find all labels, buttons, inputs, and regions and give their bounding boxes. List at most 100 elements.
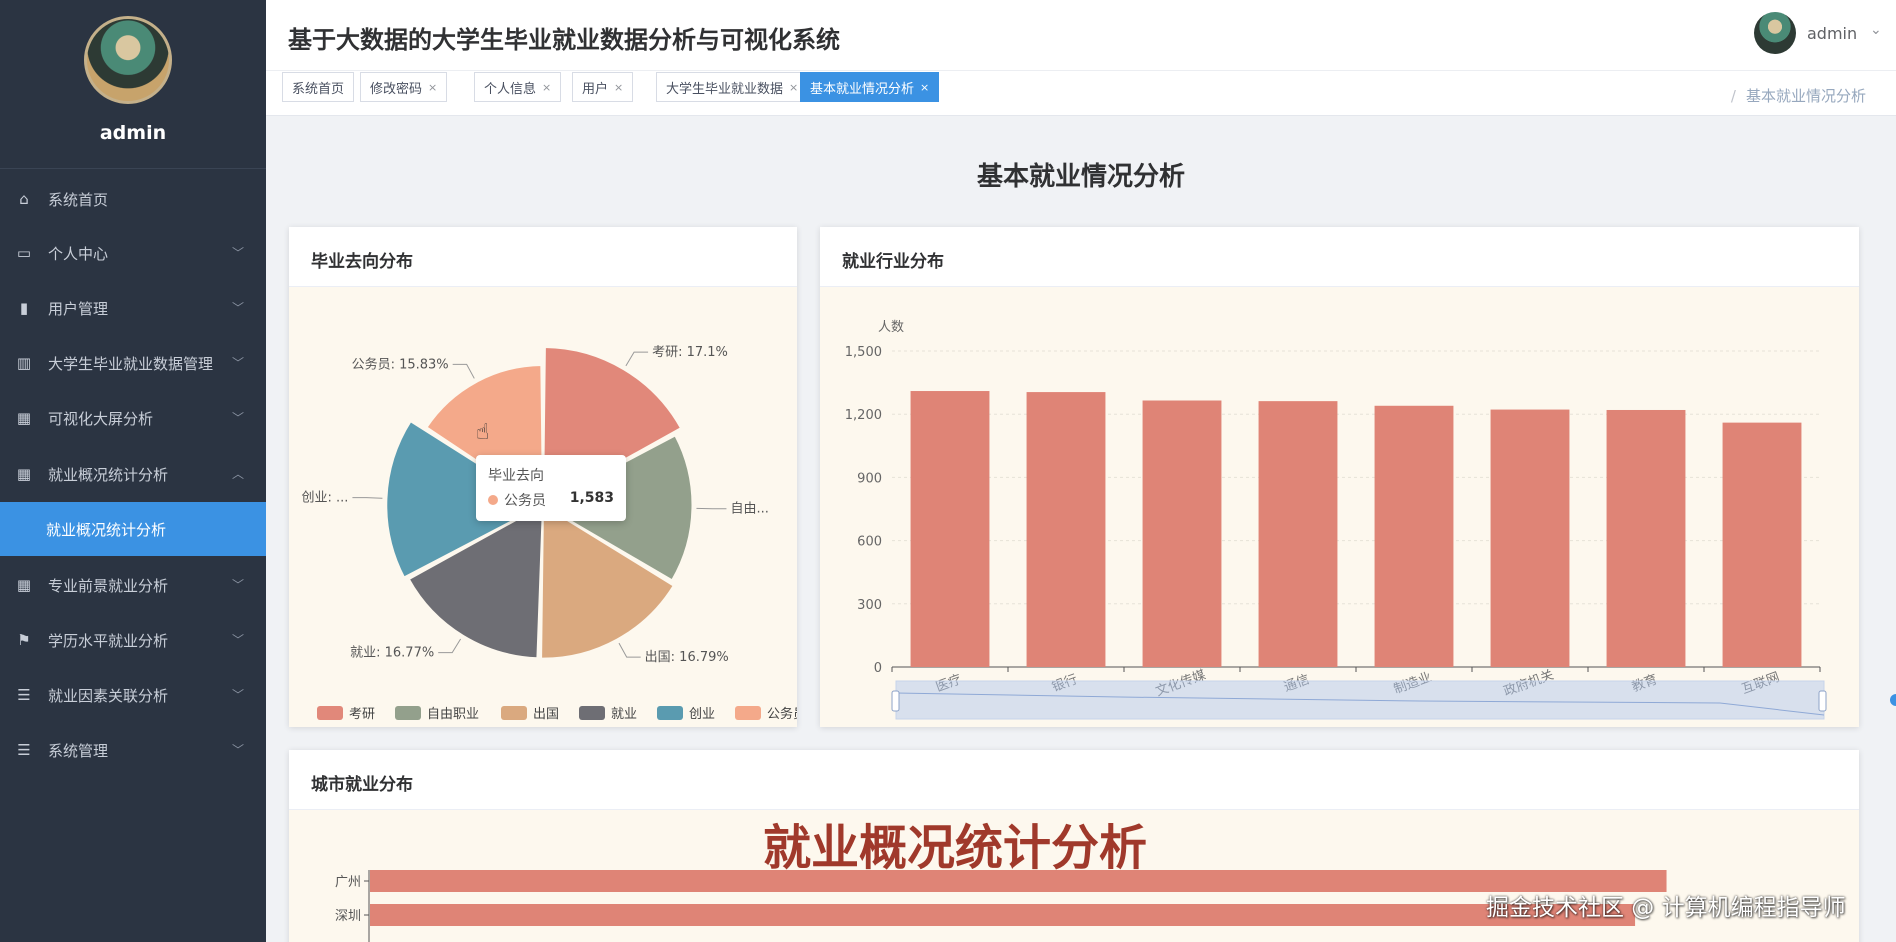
hand-cursor-icon: ☝ <box>476 420 490 445</box>
chevron-down-icon: ﹀ <box>231 633 244 647</box>
watermark: 掘金技术社区 @ 计算机编程指导师 <box>1486 895 1846 921</box>
tooltip-value: 1,583 <box>569 490 614 506</box>
legend-label: 创业 <box>689 707 715 722</box>
tooltip-marker <box>488 495 498 505</box>
card-icon: ▭ <box>16 244 32 262</box>
tab-label: 基本就业情况分析 <box>810 81 915 97</box>
tab[interactable]: 系统首页 <box>282 72 355 102</box>
breadcrumb-current[interactable]: 基本就业情况分析 <box>1746 87 1866 105</box>
legend-label: 就业 <box>611 707 637 722</box>
bar <box>370 904 1636 926</box>
tab-label: 修改密码 <box>370 81 423 97</box>
datazoom-handle <box>1818 690 1827 712</box>
y-tick-label: 1,500 <box>845 345 882 360</box>
bar <box>1490 409 1570 667</box>
pie-leader-line <box>452 363 475 379</box>
chevron-down-icon: ﹀ <box>231 301 244 315</box>
close-icon[interactable]: × <box>920 81 929 94</box>
app-title: 基于大数据的大学生毕业就业数据分析与可视化系统 <box>288 26 840 54</box>
pie-label: 自由... <box>730 502 768 517</box>
close-icon[interactable]: × <box>789 81 798 94</box>
sidebar-username: admin <box>99 122 167 144</box>
y-tick-label: 0 <box>874 661 882 676</box>
chevron-down-icon: ﹀ <box>231 688 244 702</box>
overlay-title: 就业概况统计分析 <box>763 820 1148 876</box>
y-tick-label: 1,200 <box>845 408 882 423</box>
grid-icon: ▦ <box>16 409 32 427</box>
bar <box>1374 405 1454 667</box>
chevron-down-icon[interactable]: ⌄ <box>1870 22 1882 38</box>
pie-label: 公务员: 15.83% <box>352 356 449 372</box>
pie-leader-line <box>438 638 462 654</box>
header: 基于大数据的大学生毕业就业数据分析与可视化系统 admin ⌄ <box>266 0 1896 70</box>
user-name[interactable]: admin <box>1807 24 1857 43</box>
industry-bar-chart[interactable]: 人数03006009001,2001,500医疗银行文化传媒通信制造业政府机关教… <box>820 227 1859 727</box>
pie-label: 创业: ... <box>302 491 349 506</box>
tab[interactable]: 基本就业情况分析 × <box>800 72 940 102</box>
chevron-down-icon: ﹀ <box>231 246 244 260</box>
tab[interactable]: 个人信息 × <box>474 72 562 102</box>
sidebar-item[interactable]: ▦ 可视化大屏分析 ﹀ <box>0 391 266 445</box>
pie-leader-line <box>618 642 641 658</box>
legend-swatch <box>501 706 527 720</box>
bar <box>1722 422 1802 667</box>
sidebar-subitem-active[interactable]: 就业概况统计分析 <box>0 502 266 556</box>
sidebar-item[interactable]: ▭ 个人中心 ﹀ <box>0 226 266 280</box>
chevron-down-icon: ﹀ <box>231 356 244 370</box>
pie-leader-line <box>625 351 649 367</box>
bar <box>1258 401 1338 667</box>
breadcrumb-separator: / <box>1730 87 1736 105</box>
sidebar-item[interactable]: ☰ 系统管理 ﹀ <box>0 723 266 777</box>
y-tick-label: 900 <box>857 471 882 486</box>
grid-icon: ▦ <box>16 576 32 594</box>
sidebar: admin ⌂ 系统首页 ▭ 个人中心 ﹀ ▮ 用户管理 ﹀ ▥ 大学生毕业就业数据管理 ﹀ ▦ 可视化… <box>0 0 266 942</box>
bar <box>910 391 990 667</box>
legend-label: 自由职业 <box>427 707 479 722</box>
tooltip-label: 公务员 <box>504 493 546 509</box>
tab-label: 大学生毕业就业数据 <box>666 81 784 97</box>
sidebar-item-label: 用户管理 <box>48 299 109 318</box>
tab[interactable]: 用户 × <box>572 72 634 102</box>
close-icon[interactable]: × <box>542 81 551 94</box>
sliders-icon: ☰ <box>17 686 31 704</box>
bar <box>1142 400 1222 667</box>
home-icon: ⌂ <box>19 190 29 208</box>
floating-dot[interactable] <box>1890 694 1896 706</box>
legend-swatch <box>395 706 421 720</box>
bar <box>1026 392 1106 667</box>
tab-label: 用户 <box>582 81 609 97</box>
pie-label: 出国: 16.79% <box>645 650 729 665</box>
close-icon[interactable]: × <box>428 81 437 94</box>
y-tick-label: 广州 <box>335 875 361 890</box>
sidebar-item[interactable]: ⌂ 系统首页 <box>0 172 266 226</box>
sidebar-item[interactable]: ▥ 大学生毕业就业数据管理 ﹀ <box>0 336 266 390</box>
sidebar-item[interactable]: ☰ 就业因素关联分析 ﹀ <box>0 668 266 722</box>
sidebar-item-label: 个人中心 <box>48 244 109 263</box>
sidebar-item-label: 系统首页 <box>48 190 109 209</box>
sidebar-item-label: 大学生毕业就业数据管理 <box>48 354 214 373</box>
user-avatar[interactable] <box>1754 12 1796 54</box>
y-axis-label: 人数 <box>878 320 904 335</box>
tooltip-title: 毕业去向 <box>488 468 544 484</box>
sidebar-item[interactable]: ⚑ 学历水平就业分析 ﹀ <box>0 613 266 667</box>
pie-label: 考研: 17.1% <box>652 345 728 360</box>
list-icon: ☰ <box>17 741 31 759</box>
close-icon[interactable]: × <box>614 81 623 94</box>
breadcrumb: / 基本就业情况分析 <box>1731 85 1866 106</box>
y-tick-label: 深圳 <box>335 909 361 924</box>
tab[interactable]: 大学生毕业就业数据 × <box>656 72 809 102</box>
tab[interactable]: 修改密码 × <box>360 72 448 102</box>
sidebar-item-label: 专业前景就业分析 <box>48 576 169 595</box>
sidebar-item[interactable]: ▦ 就业概况统计分析 ︿ <box>0 447 266 501</box>
sidebar-item-label: 可视化大屏分析 <box>48 409 154 428</box>
sidebar-item-label: 就业概况统计分析 <box>48 465 169 484</box>
book-icon: ▮ <box>19 299 29 317</box>
sidebar-item[interactable]: ▮ 用户管理 ﹀ <box>0 281 266 335</box>
legend-label: 出国 <box>533 707 559 722</box>
pie-label: 就业: 16.77% <box>350 646 434 661</box>
legend-label: 考研 <box>349 707 375 722</box>
datazoom-handle <box>891 690 900 712</box>
legend-label: 公务员 <box>767 706 797 722</box>
chevron-down-icon: ﹀ <box>231 411 244 425</box>
sidebar-item[interactable]: ▦ 专业前景就业分析 ﹀ <box>0 558 266 612</box>
